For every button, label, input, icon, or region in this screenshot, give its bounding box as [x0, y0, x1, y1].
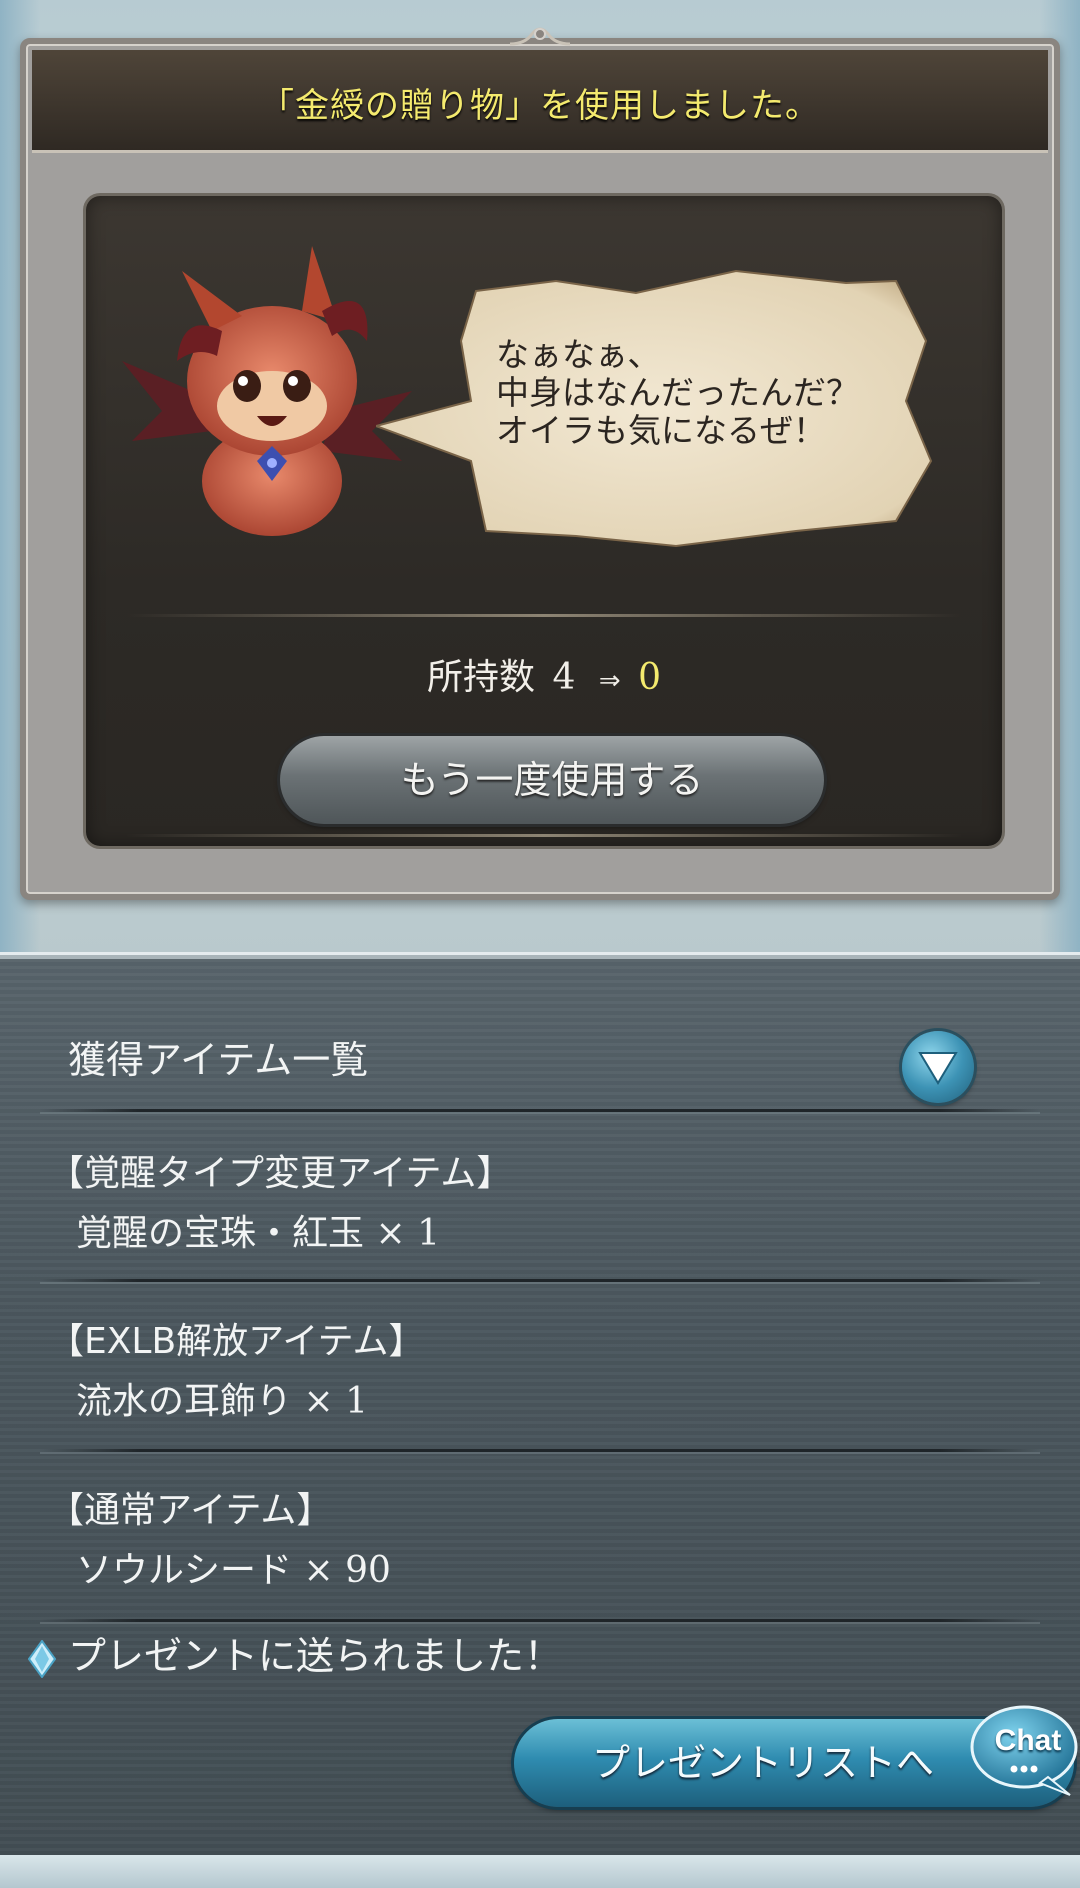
item-quantity: × 1 — [375, 1213, 440, 1254]
present-button-label: プレゼントリストへ — [592, 1741, 935, 1785]
dialog-title: 「金綬の贈り物」を使用しました。 — [260, 86, 820, 126]
dialog-header: 「金綬の贈り物」を使用しました。 — [32, 50, 1048, 153]
item-count: 所持数 4 ⇒ 0 — [86, 648, 1002, 700]
count-label: 所持数 — [427, 657, 536, 698]
sent-message: プレゼントに送られました！ — [68, 1634, 563, 1678]
separator — [40, 1619, 1040, 1622]
dialog-content: なぁなぁ、 中身はなんだったんだ？ オイラも気になるぜ！ 所持数 4 ⇒ 0 も… — [86, 196, 1002, 846]
diamond-icon — [27, 1638, 57, 1679]
item-quantity: × 90 — [303, 1550, 391, 1591]
separator — [40, 1279, 1040, 1282]
item-category: 【通常アイテム】 — [48, 1490, 333, 1531]
separator — [40, 1109, 1040, 1112]
divider — [126, 834, 962, 837]
character-portrait — [122, 246, 412, 536]
list-item: 【覚醒タイプ変更アイテム】 覚醒の宝珠・紅玉 × 1 — [48, 1144, 512, 1256]
use-again-button[interactable]: もう一度使用する — [280, 736, 824, 824]
item-entry: 覚醒の宝珠・紅玉 × 1 — [76, 1204, 512, 1256]
item-category: 【覚醒タイプ変更アイテム】 — [48, 1153, 513, 1194]
count-before: 4 — [552, 657, 576, 698]
expand-button[interactable] — [902, 1031, 974, 1103]
item-quantity: × 1 — [303, 1381, 368, 1422]
speech-text: なぁなぁ、 中身はなんだったんだ？ オイラも気になるぜ！ — [496, 336, 916, 450]
count-arrow: ⇒ — [598, 666, 621, 696]
sent-notice: プレゼントに送られました！ — [27, 1625, 563, 1680]
item-name: 覚醒の宝珠・紅玉 — [76, 1213, 365, 1254]
acquired-items-panel: 獲得アイテム一覧 【覚醒タイプ変更アイテム】 覚醒の宝珠・紅玉 × 1 【EXL… — [0, 955, 1080, 1859]
divider — [126, 614, 962, 617]
chevron-down-icon — [918, 1052, 958, 1085]
speech-line: オイラも気になるぜ！ — [496, 411, 826, 450]
speech-line: 中身はなんだったんだ？ — [496, 373, 859, 412]
count-after: 0 — [638, 657, 661, 698]
item-entry: 流水の耳飾り × 1 — [76, 1372, 425, 1424]
item-name: ソウルシード — [76, 1550, 293, 1591]
separator — [40, 1449, 1040, 1452]
items-heading: 獲得アイテム一覧 — [68, 1038, 369, 1082]
speech-line: なぁなぁ、 — [496, 335, 661, 374]
result-dialog: 「金綬の贈り物」を使用しました。 なぁなぁ、 中身はなんだったんだ？ オイラも気… — [20, 38, 1060, 900]
chat-label[interactable]: Chat — [983, 1724, 1073, 1758]
list-item: 【EXLB解放アイテム】 流水の耳飾り × 1 — [48, 1312, 425, 1424]
item-entry: ソウルシード × 90 — [76, 1541, 391, 1593]
list-item: 【通常アイテム】 ソウルシード × 90 — [48, 1481, 391, 1593]
frame-ornament-icon — [510, 27, 570, 46]
item-category: 【EXLB解放アイテム】 — [48, 1321, 425, 1362]
item-name: 流水の耳飾り — [76, 1381, 293, 1422]
bottom-strip — [0, 1855, 1080, 1888]
